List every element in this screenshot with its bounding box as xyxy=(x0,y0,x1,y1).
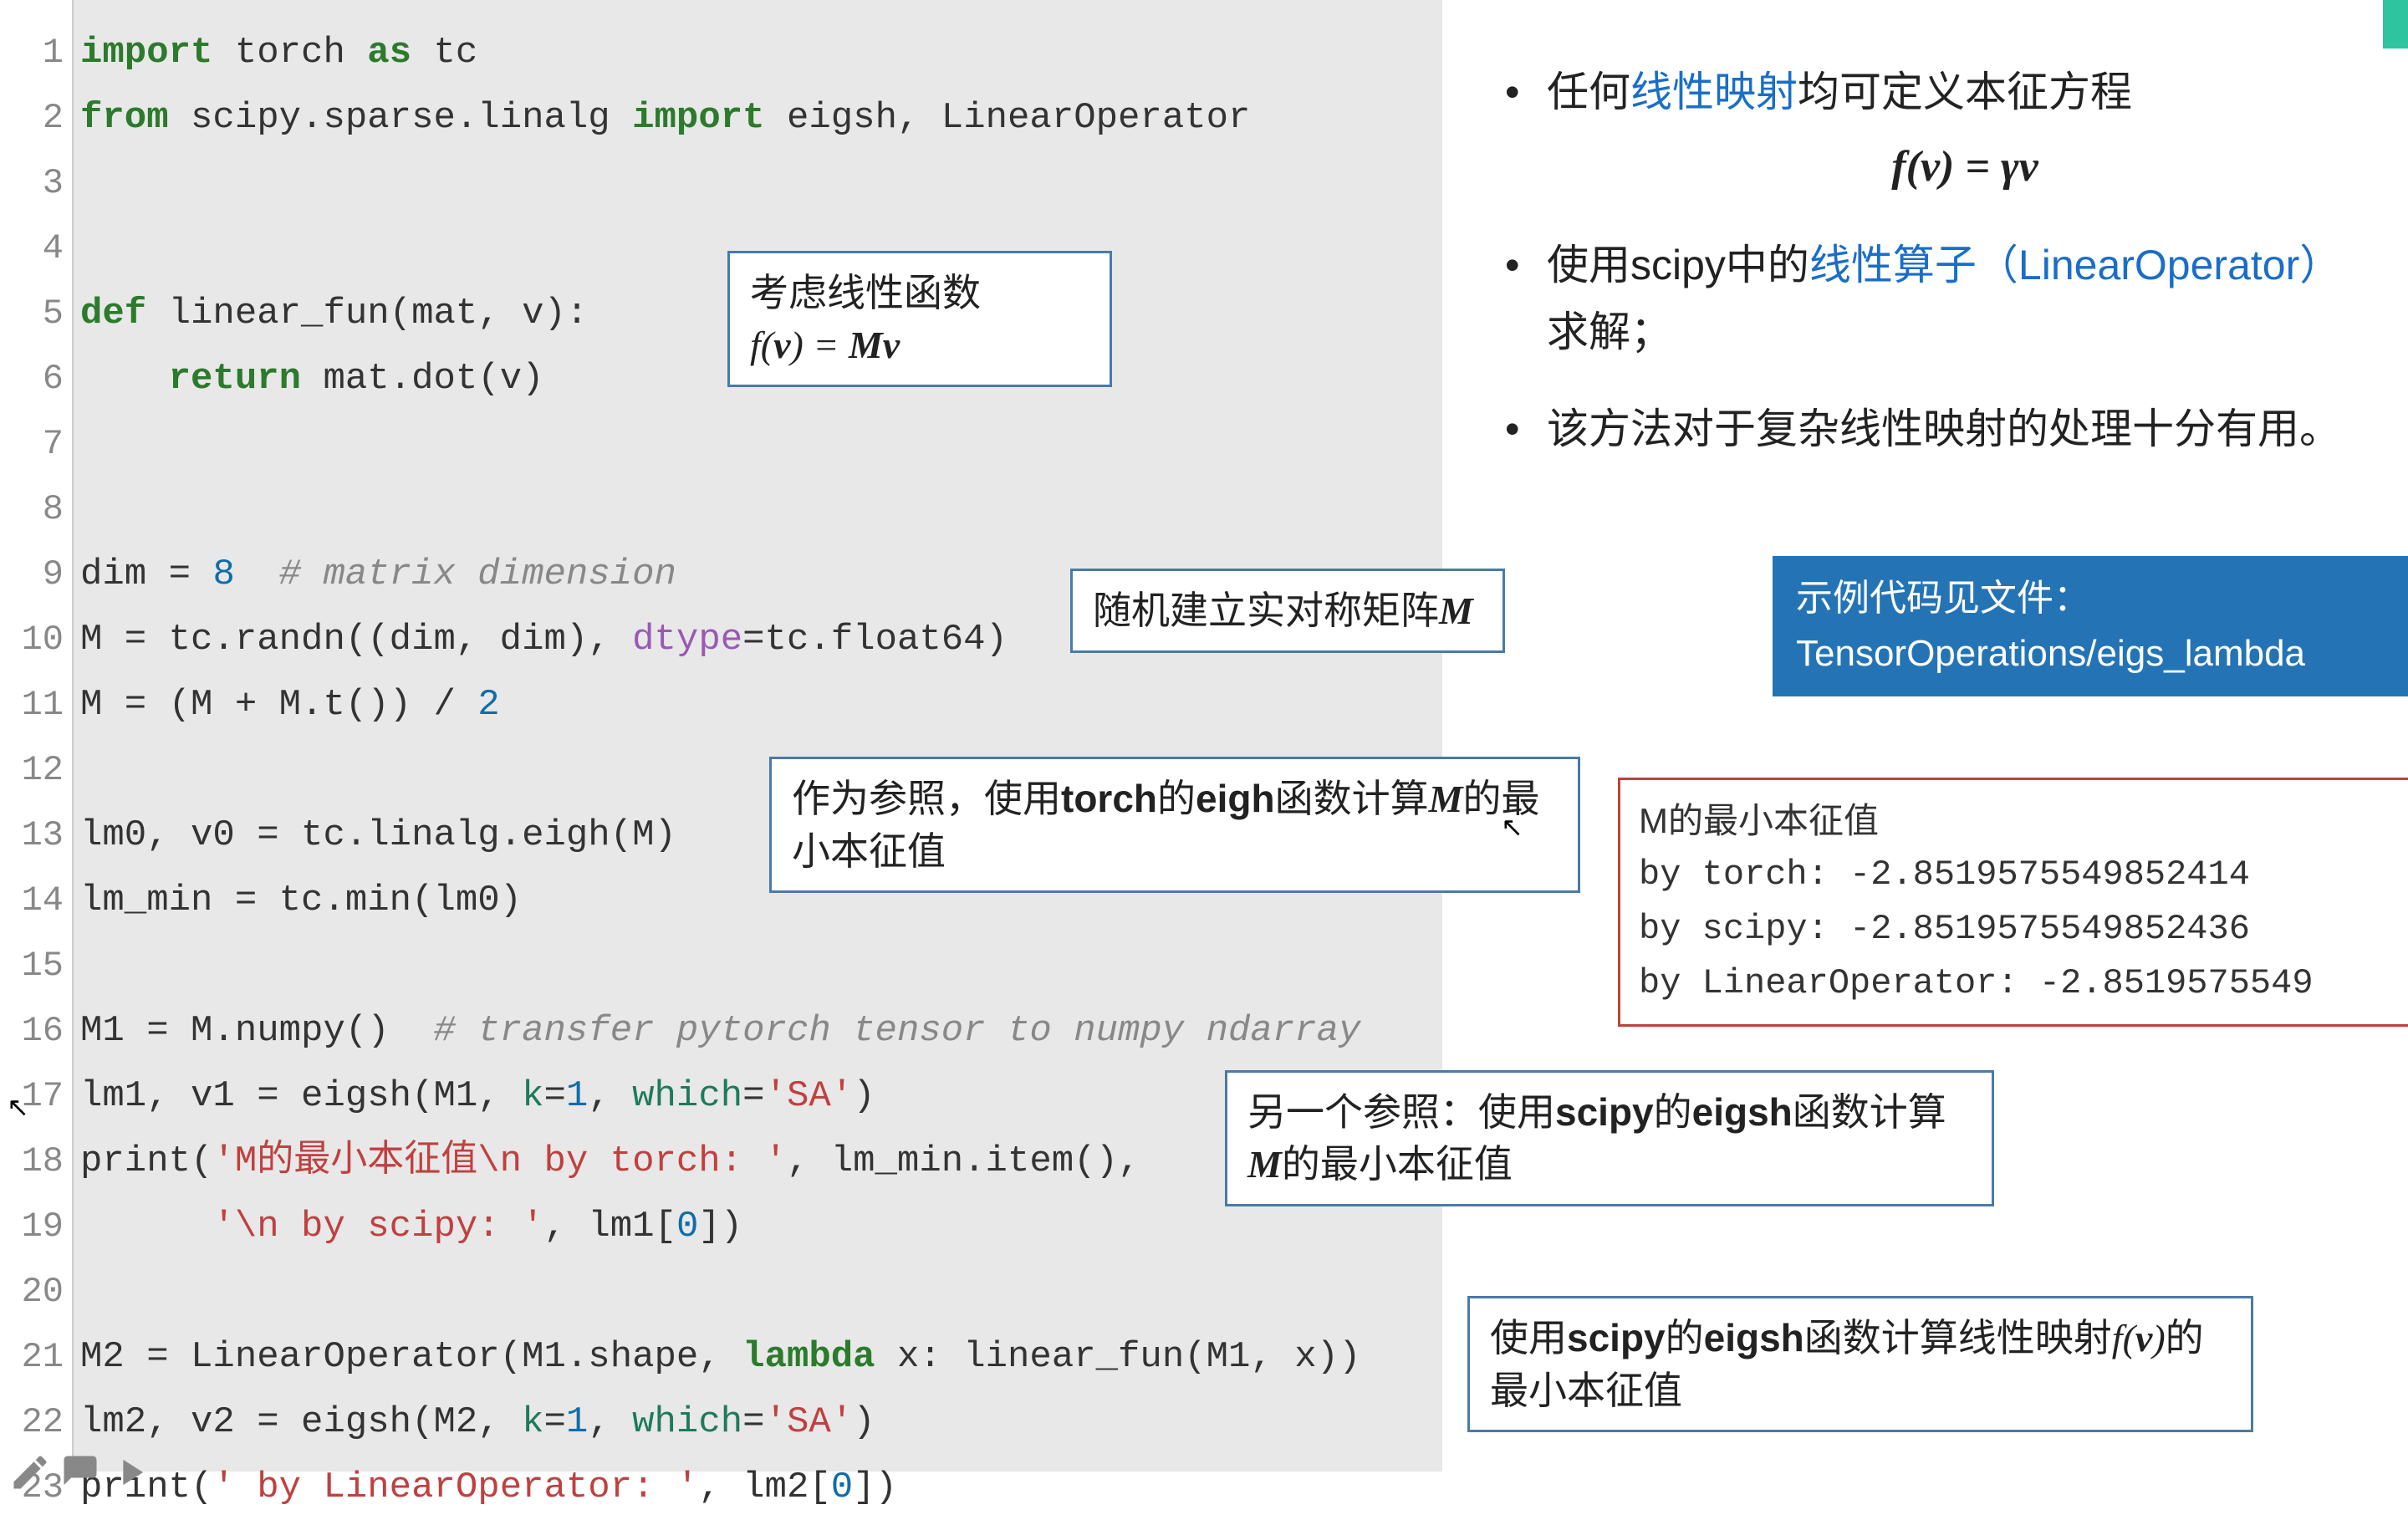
code-editor: 1234567891011121314151617181920212223 im… xyxy=(0,0,1442,1472)
bullet-1-link: 线性映射 xyxy=(1630,69,1798,115)
code-line xyxy=(80,933,1442,998)
line-number: 6 xyxy=(0,346,72,411)
code-line xyxy=(80,150,1442,216)
code-line: M1 = M.numpy() # transfer pytorch tensor… xyxy=(80,998,1442,1063)
code-line: M = (M + M.t()) / 2 xyxy=(80,672,1442,737)
output-box: M的最小本征值 by torch: -2.8519575549852414 by… xyxy=(1618,778,2408,1027)
line-number: 9 xyxy=(0,542,72,607)
bullet-dot-icon: • xyxy=(1505,395,1547,462)
line-number-gutter: 1234567891011121314151617181920212223 xyxy=(0,0,74,1472)
accent-bar-right xyxy=(2383,0,2408,48)
code-line: print(' by LinearOperator: ', lm2[0]) xyxy=(80,1455,1442,1520)
line-number: 18 xyxy=(0,1129,72,1194)
line-number: 3 xyxy=(0,150,72,216)
bullet-list: • 任何线性映射均可定义本征方程 f(v) = γv • 使用scipy中的线性… xyxy=(1505,59,2383,492)
callout-scipy-eigsh: 另一个参照：使用scipy的eigsh函数计算M的最小本征值 xyxy=(1225,1070,1994,1206)
pen-icon[interactable] xyxy=(8,1451,52,1498)
output-title: M的最小本征值 xyxy=(1639,793,2400,848)
note-icon[interactable] xyxy=(59,1451,102,1498)
callout-random-matrix: 随机建立实对称矩阵M xyxy=(1070,569,1505,653)
line-number: 15 xyxy=(0,933,72,998)
code-body: import torch as tcfrom scipy.sparse.lina… xyxy=(74,0,1442,1472)
callout-torch-eigh: 作为参照，使用torch的eigh函数计算M的最小本征值 xyxy=(769,757,1580,893)
callout-linear-operator-eigsh: 使用scipy的eigsh函数计算线性映射f(v)的最小本征值 xyxy=(1467,1296,2253,1432)
bullet-1-post: 均可定义本征方程 xyxy=(1798,69,2132,115)
slide-nav-icons xyxy=(8,1451,152,1498)
code-line xyxy=(80,477,1442,542)
code-line xyxy=(80,411,1442,477)
bullet-2-pre: 使用scipy中的 xyxy=(1547,242,1809,288)
line-number: 16 xyxy=(0,998,72,1063)
cursor-icon: ↖ xyxy=(1501,811,1523,843)
code-line: import torch as tc xyxy=(80,20,1442,85)
code-line: from scipy.sparse.linalg import eigsh, L… xyxy=(80,85,1442,150)
line-number: 22 xyxy=(0,1390,72,1455)
bullet-2: • 使用scipy中的线性算子（LinearOperator） 求解； xyxy=(1505,232,2383,365)
cursor-icon: ↖ xyxy=(7,1091,29,1123)
file-reference-box: 示例代码见文件： TensorOperations/eigs_lambda xyxy=(1773,556,2408,696)
line-number: 19 xyxy=(0,1194,72,1259)
output-line-torch: by torch: -2.8519575549852414 xyxy=(1639,848,2400,902)
line-number: 2 xyxy=(0,85,72,150)
code-line xyxy=(80,1259,1442,1324)
line-number: 7 xyxy=(0,411,72,477)
line-number: 20 xyxy=(0,1259,72,1324)
line-number: 11 xyxy=(0,672,72,737)
code-line: lm2, v2 = eigsh(M2, k=1, which='SA') xyxy=(80,1390,1442,1455)
bullet-2-post: 求解； xyxy=(1547,309,1672,355)
bullet-2-link: 线性算子（LinearOperator） xyxy=(1809,242,2341,288)
bullet-3: • 该方法对于复杂线性映射的处理十分有用。 xyxy=(1505,395,2383,462)
output-line-scipy: by scipy: -2.8519575549852436 xyxy=(1639,902,2400,956)
line-number: 8 xyxy=(0,477,72,542)
line-number: 4 xyxy=(0,216,72,281)
line-number: 13 xyxy=(0,803,72,868)
bullet-dot-icon: • xyxy=(1505,59,1547,201)
line-number: 1 xyxy=(0,20,72,85)
code-line: M2 = LinearOperator(M1.shape, lambda x: … xyxy=(80,1324,1442,1390)
output-line-linop: by LinearOperator: -2.8519575549 xyxy=(1639,956,2400,1011)
callout-linear-function: 考虑线性函数f(v) = Mv xyxy=(727,251,1112,387)
line-number: 14 xyxy=(0,868,72,933)
bullet-3-text: 该方法对于复杂线性映射的处理十分有用。 xyxy=(1547,395,2383,462)
bullet-1: • 任何线性映射均可定义本征方程 f(v) = γv xyxy=(1505,59,2383,201)
bullet-1-equation: f(v) = γv xyxy=(1547,132,2383,201)
file-box-title: 示例代码见文件： xyxy=(1796,571,2393,626)
play-icon[interactable] xyxy=(109,1451,152,1498)
bullet-dot-icon: • xyxy=(1505,232,1547,365)
bullet-1-pre: 任何 xyxy=(1547,69,1630,115)
line-number: 21 xyxy=(0,1324,72,1390)
line-number: 5 xyxy=(0,281,72,346)
line-number: 10 xyxy=(0,607,72,672)
file-box-path: TensorOperations/eigs_lambda xyxy=(1796,626,2393,681)
line-number: 12 xyxy=(0,737,72,803)
